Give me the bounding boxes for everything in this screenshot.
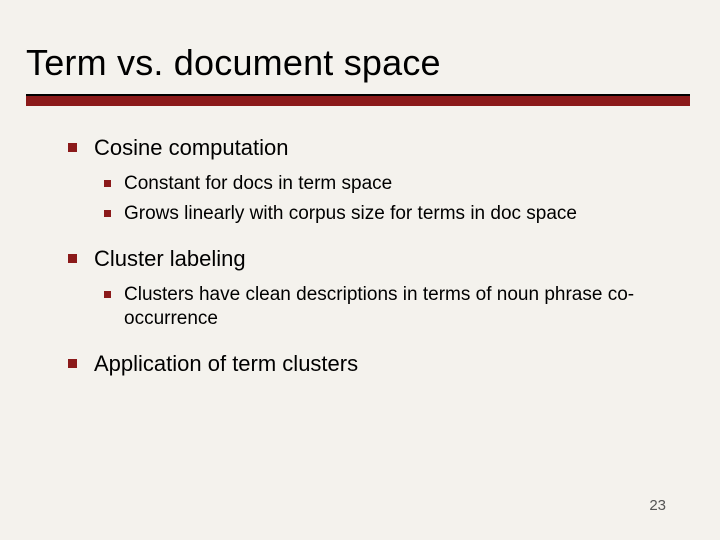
bullet-list: Cosine computation Constant for docs in … — [60, 134, 660, 378]
content-area: Cosine computation Constant for docs in … — [0, 106, 720, 378]
sub-bullet-text: Constant for docs in term space — [124, 173, 392, 194]
sub-bullet-text: Clusters have clean descriptions in term… — [124, 284, 634, 329]
sub-bullet-list: Constant for docs in term space Grows li… — [94, 172, 660, 227]
title-underline — [26, 94, 690, 106]
sub-bullet-item: Clusters have clean descriptions in term… — [94, 283, 660, 332]
slide: Term vs. document space Cosine computati… — [0, 0, 720, 540]
bullet-item: Cosine computation Constant for docs in … — [60, 134, 660, 227]
sub-bullet-text: Grows linearly with corpus size for term… — [124, 203, 577, 224]
slide-title: Term vs. document space — [26, 42, 720, 84]
sub-bullet-item: Constant for docs in term space — [94, 172, 660, 196]
bullet-item: Cluster labeling Clusters have clean des… — [60, 245, 660, 332]
sub-bullet-list: Clusters have clean descriptions in term… — [94, 283, 660, 332]
bullet-text: Cosine computation — [94, 135, 288, 160]
page-number: 23 — [649, 497, 666, 514]
sub-bullet-item: Grows linearly with corpus size for term… — [94, 202, 660, 226]
bullet-text: Application of term clusters — [94, 351, 358, 376]
bullet-text: Cluster labeling — [94, 246, 246, 271]
title-block: Term vs. document space — [0, 0, 720, 84]
bullet-item: Application of term clusters — [60, 350, 660, 378]
